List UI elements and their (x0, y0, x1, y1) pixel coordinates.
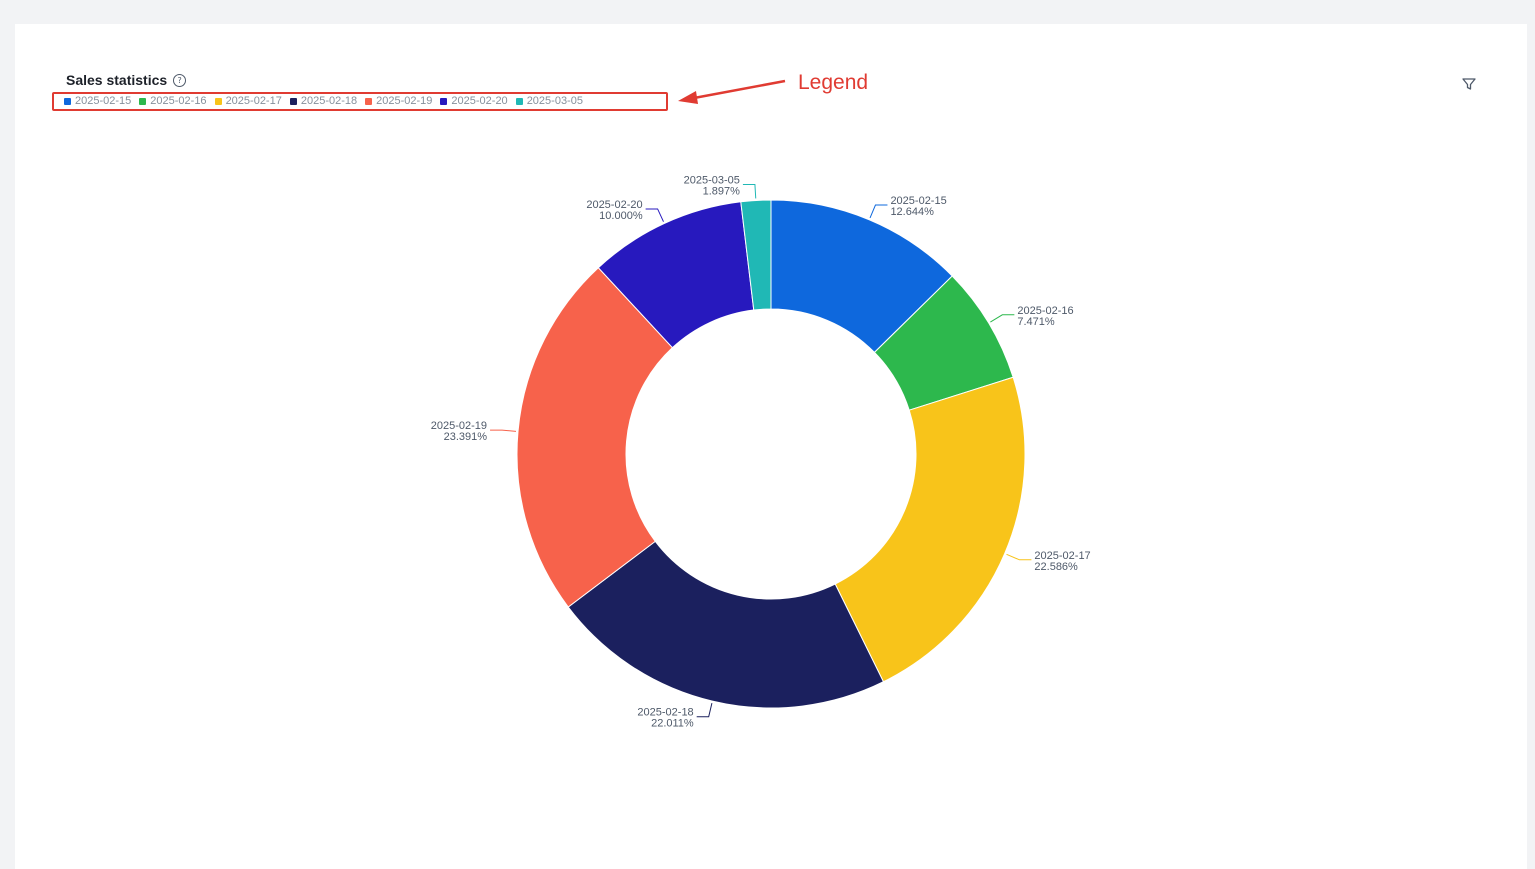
slice-label-percent: 23.391% (444, 431, 488, 443)
slice-label-percent: 7.471% (1017, 316, 1055, 328)
slice-label-percent: 22.586% (1034, 561, 1078, 573)
leader-line (1006, 553, 1032, 561)
slice-label-percent: 10.000% (599, 210, 643, 222)
donut-slice[interactable] (834, 376, 1026, 683)
leader-line (869, 204, 888, 219)
slice-label-percent: 22.011% (651, 718, 694, 730)
leader-line (696, 702, 713, 718)
chart-svg: 2025-02-1512.644%2025-02-167.471%2025-02… (431, 79, 1091, 730)
slice-label-percent: 1.897% (703, 185, 741, 197)
leader-line (490, 429, 517, 432)
leader-line (645, 208, 664, 222)
leader-line (990, 314, 1015, 323)
slice-label-percent: 12.644% (890, 206, 934, 218)
annotation-arrow (678, 79, 786, 104)
donut-slices (516, 199, 1026, 709)
leader-line (742, 183, 757, 199)
